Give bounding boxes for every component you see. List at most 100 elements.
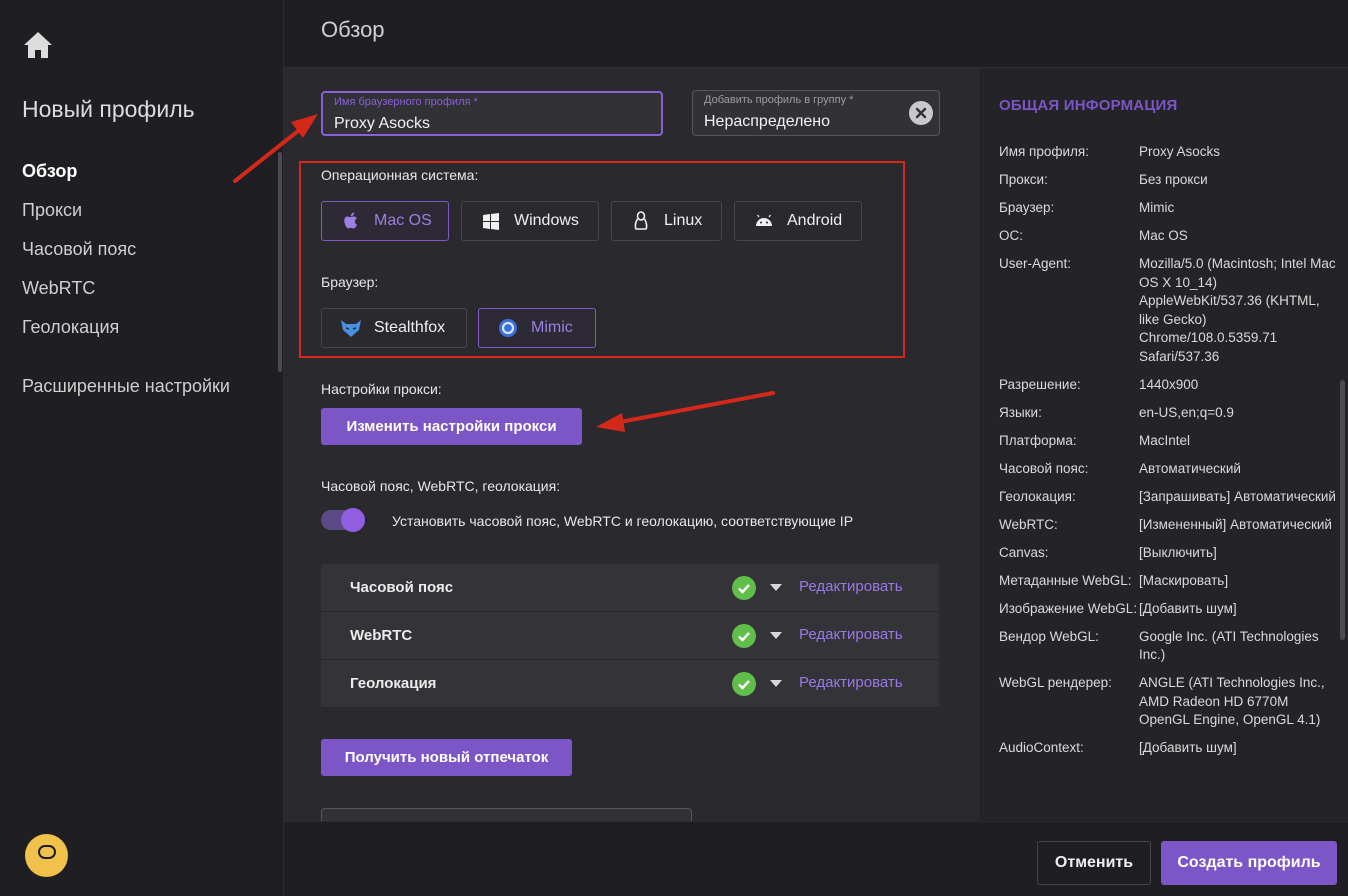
info-value: [Добавить шум]	[1139, 740, 1237, 755]
partial-field[interactable]	[321, 808, 692, 821]
new-fingerprint-button[interactable]: Получить новый отпечаток	[321, 739, 572, 776]
info-value: Mimic	[1139, 200, 1175, 215]
sidebar-nav: Обзор Прокси Часовой пояс WebRTC Геолока…	[22, 158, 136, 353]
group-select[interactable]: Добавить профиль в группу * Нераспределе…	[692, 90, 940, 136]
chevron-down-icon[interactable]	[770, 584, 782, 591]
create-profile-button[interactable]: Создать профиль	[1161, 841, 1337, 885]
info-key: WebRTC:	[999, 516, 1058, 532]
info-row: ОС: Mac OS	[999, 227, 1344, 246]
row-label-webrtc: WebRTC	[350, 627, 413, 644]
info-key: Часовой пояс:	[999, 460, 1089, 476]
header: Обзор	[284, 0, 1348, 68]
windows-icon	[480, 210, 502, 232]
info-value: Без прокси	[1139, 172, 1208, 187]
sidebar-item-geolocation[interactable]: Геолокация	[22, 314, 136, 353]
browser-option-stealthfox[interactable]: Stealthfox	[321, 308, 467, 348]
main-form: Имя браузерного профиля * Proxy Asocks Д…	[284, 68, 978, 821]
info-value: Google Inc. (ATI Technologies Inc.)	[1139, 628, 1319, 663]
cancel-button[interactable]: Отменить	[1037, 841, 1151, 885]
info-scrollbar[interactable]	[1340, 380, 1345, 640]
info-value: [Запрашивать] Автоматический	[1139, 488, 1336, 504]
list-item: Геолокация Редактировать	[321, 660, 939, 708]
os-option-label: Windows	[514, 212, 579, 229]
sidebar-item-advanced-settings[interactable]: Расширенные настройки	[22, 376, 230, 397]
edit-webrtc-link[interactable]: Редактировать	[799, 626, 903, 643]
list-item: Часовой пояс Редактировать	[321, 564, 939, 612]
info-value: Mac OS	[1139, 228, 1188, 243]
edit-geolocation-link[interactable]: Редактировать	[799, 674, 903, 691]
toggle-knob	[341, 508, 365, 532]
info-key: ОС:	[999, 228, 1024, 243]
sidebar-item-webrtc[interactable]: WebRTC	[22, 275, 136, 314]
browser-option-label: Stealthfox	[374, 319, 446, 336]
profile-name-value: Proxy Asocks	[334, 115, 431, 132]
info-key: Браузер:	[999, 200, 1055, 215]
info-value: [Выключить]	[1139, 544, 1217, 560]
info-row: Метаданные WebGL: [Маскировать]	[999, 572, 1344, 591]
info-value: Автоматический	[1139, 460, 1241, 476]
chevron-down-icon[interactable]	[770, 632, 782, 639]
info-row: Разрешение: 1440x900	[999, 376, 1344, 395]
info-row: Часовой пояс: Автоматический	[999, 460, 1344, 479]
profile-name-field[interactable]: Имя браузерного профиля * Proxy Asocks	[321, 91, 663, 136]
app-window: Новый профиль Обзор Прокси Часовой пояс …	[0, 0, 1348, 896]
sidebar-item-overview[interactable]: Обзор	[22, 158, 136, 197]
info-value: Proxy Asocks	[1139, 144, 1221, 159]
info-value: [Добавить шум]	[1139, 600, 1237, 616]
info-row: WebGL рендерер: ANGLE (ATI Technologies I…	[999, 674, 1344, 730]
info-value: en-US,en;q=0.9	[1139, 404, 1234, 420]
info-row: AudioContext: [Добавить шум]	[999, 739, 1344, 758]
page-title: Обзор	[321, 17, 385, 42]
chat-icon	[37, 844, 57, 867]
info-value: MacIntel	[1139, 432, 1191, 448]
edit-timezone-link[interactable]: Редактировать	[799, 578, 903, 595]
info-key: User-Agent:	[999, 256, 1072, 271]
group-value: Нераспределено	[704, 113, 831, 130]
os-option-linux[interactable]: Linux	[611, 201, 722, 241]
list-item: WebRTC Редактировать	[321, 612, 939, 660]
change-proxy-button[interactable]: Изменить настройки прокси	[321, 408, 582, 445]
sidebar-item-timezone[interactable]: Часовой пояс	[22, 236, 136, 275]
info-key: Вендор WebGL:	[999, 628, 1099, 644]
info-key: Метаданные WebGL:	[999, 572, 1132, 588]
check-icon	[732, 624, 756, 648]
chat-button[interactable]	[25, 834, 68, 877]
auto-ip-toggle-label: Установить часовой пояс, WebRTC и геолок…	[392, 513, 854, 529]
browser-option-mimic[interactable]: Mimic	[478, 308, 596, 348]
linux-icon	[630, 210, 652, 232]
info-value: ANGLE (ATI Technologies Inc., AMD Radeon…	[1139, 675, 1325, 727]
group-label: Добавить профиль в группу *	[704, 94, 854, 106]
info-row: Платформа: MacIntel	[999, 432, 1344, 451]
sidebar-item-proxy[interactable]: Прокси	[22, 197, 136, 236]
info-row: Изображение WebGL: [Добавить шум]	[999, 600, 1344, 619]
auto-ip-toggle[interactable]	[321, 508, 365, 532]
info-row: Геолокация: [Запрашивать] Автоматический	[999, 488, 1344, 507]
info-row: Имя профиля: Proxy Asocks	[999, 143, 1344, 162]
os-option-macos[interactable]: Mac OS	[321, 201, 449, 241]
mimic-icon	[497, 317, 519, 339]
sidebar-scrollbar[interactable]	[278, 152, 282, 372]
info-row: WebRTC: [Измененный] Автоматический	[999, 516, 1344, 535]
info-row: Canvas: [Выключить]	[999, 544, 1344, 563]
info-key: Имя профиля:	[999, 144, 1089, 159]
settings-rows: Часовой пояс Редактировать WebRTC Редакт…	[321, 564, 939, 708]
info-row: Вендор WebGL: Google Inc. (ATI Technologi…	[999, 628, 1344, 665]
info-key: Разрешение:	[999, 376, 1081, 392]
os-option-android[interactable]: Android	[734, 201, 862, 241]
info-key: Изображение WebGL:	[999, 600, 1138, 616]
profile-name-label: Имя браузерного профиля *	[334, 96, 478, 108]
info-row: Прокси: Без прокси	[999, 171, 1344, 190]
info-key: AudioContext:	[999, 740, 1084, 755]
info-list: Имя профиля: Proxy Asocks Прокси: Без прокс…	[999, 143, 1344, 767]
info-panel: ОБЩАЯ ИНФОРМАЦИЯ Имя профиля: Proxy Asock…	[978, 68, 1348, 821]
row-label-geolocation: Геолокация	[350, 675, 437, 692]
chevron-down-icon[interactable]	[770, 680, 782, 687]
info-row: User-Agent: Mozilla/5.0 (Macintosh; Intel…	[999, 255, 1344, 366]
os-option-windows[interactable]: Windows	[461, 201, 599, 241]
clear-icon[interactable]	[909, 101, 933, 125]
os-label: Операционная система:	[321, 167, 479, 183]
apple-icon	[340, 210, 362, 232]
info-key: Прокси:	[999, 172, 1048, 187]
home-icon[interactable]	[22, 30, 54, 60]
sidebar: Новый профиль Обзор Прокси Часовой пояс …	[0, 0, 284, 896]
